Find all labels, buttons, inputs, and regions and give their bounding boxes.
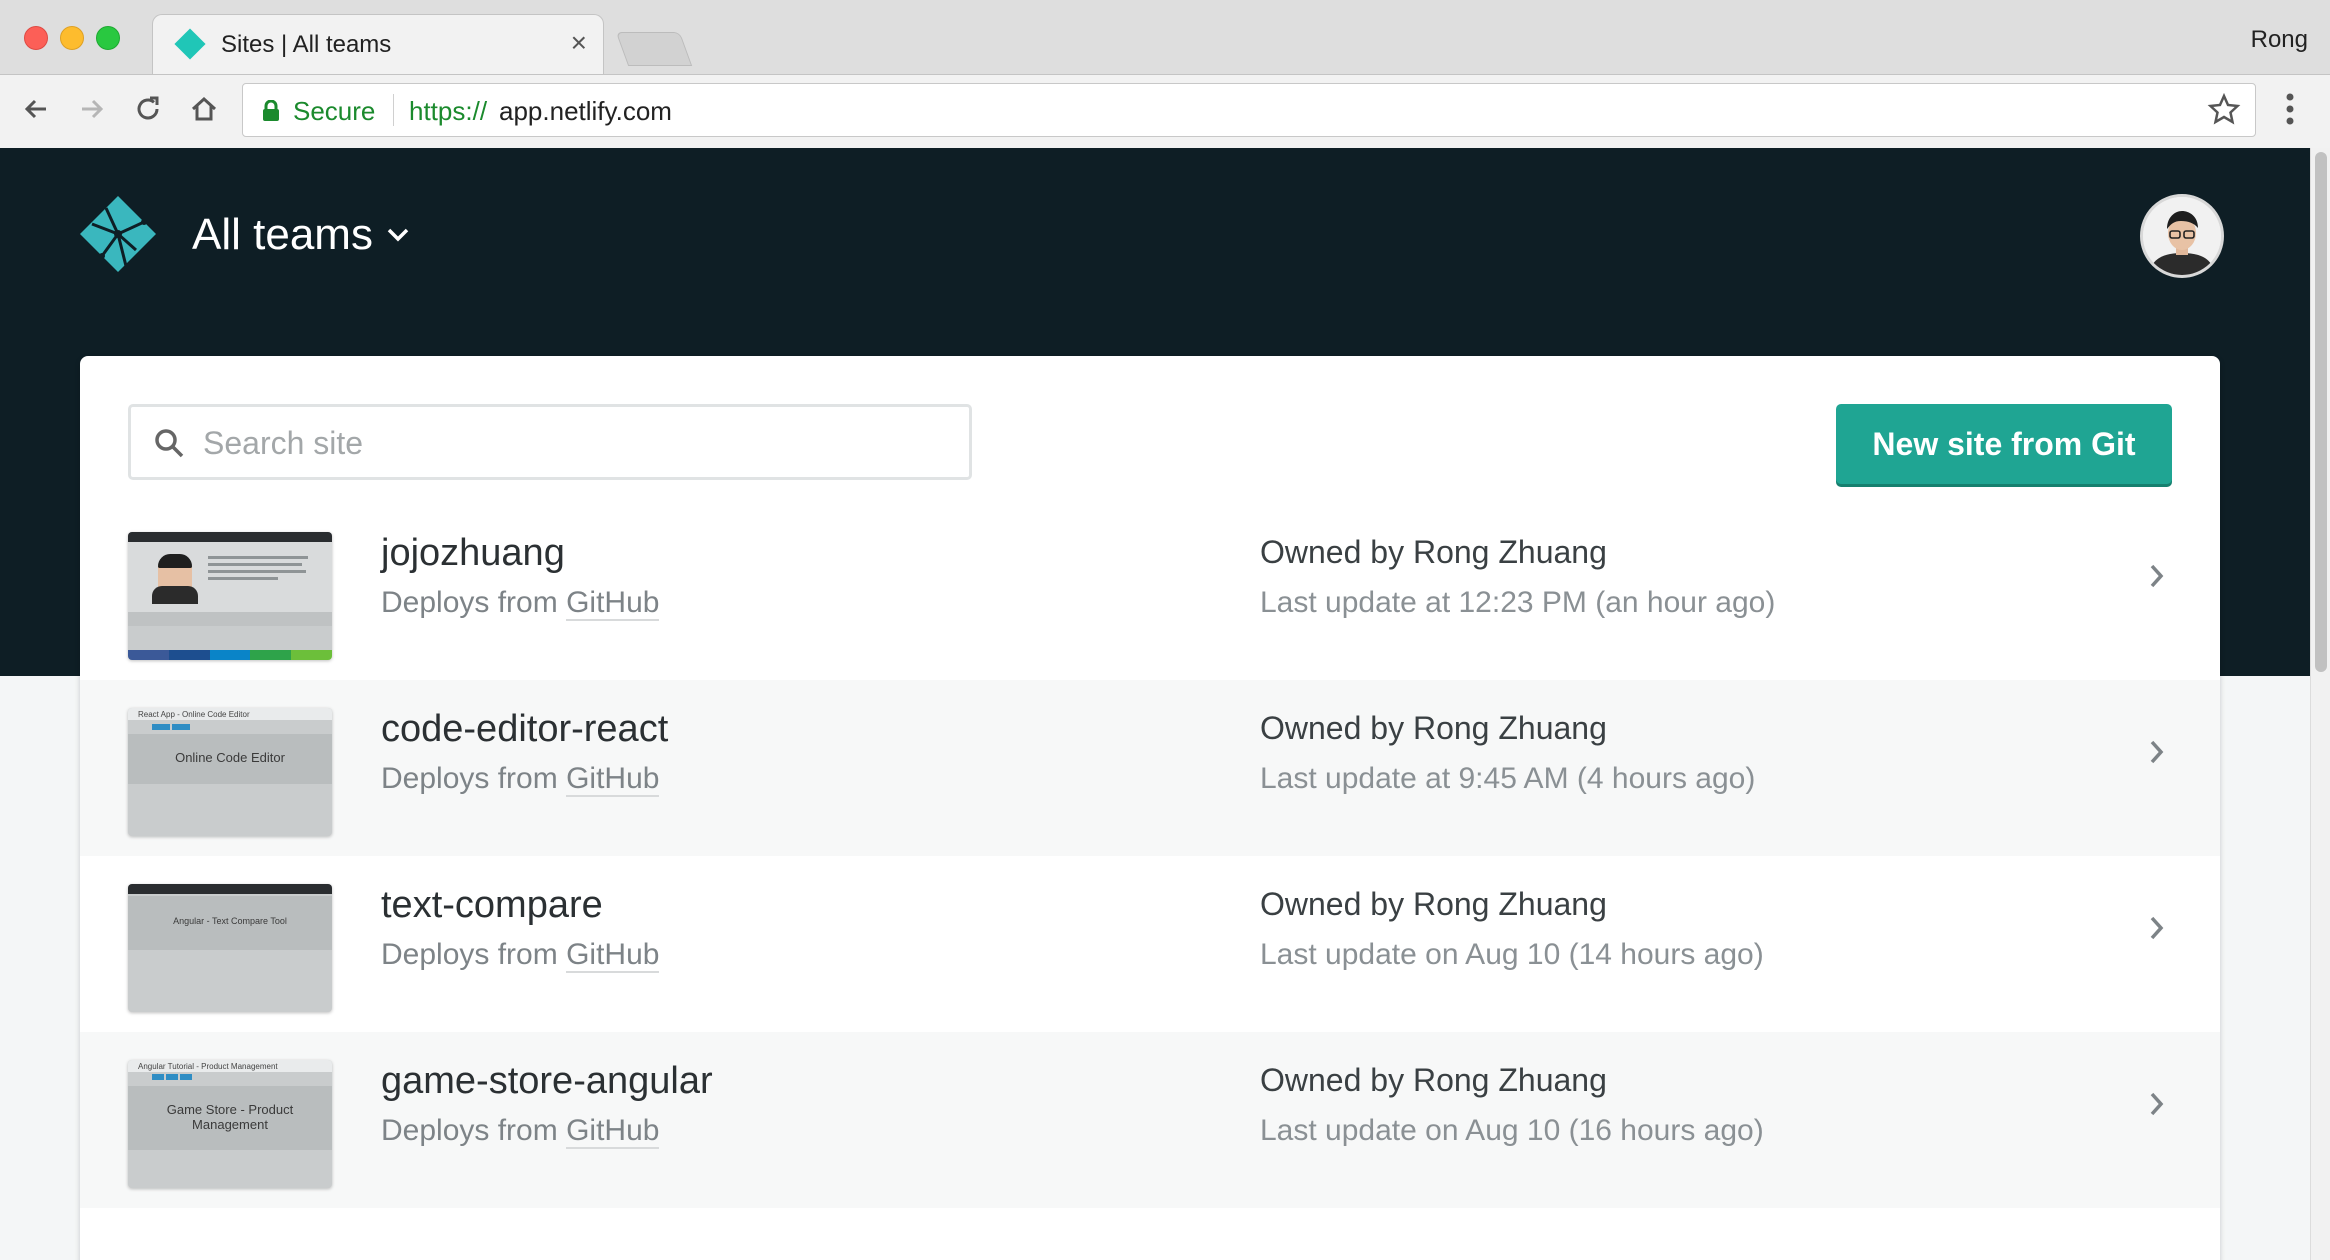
minimize-window-button[interactable]	[60, 26, 84, 50]
user-avatar[interactable]	[2140, 194, 2224, 278]
site-deploy-source: Deploys from GitHub	[381, 762, 660, 797]
github-link[interactable]: GitHub	[566, 586, 660, 621]
secure-label: Secure	[293, 96, 376, 126]
site-name[interactable]: jojozhuang	[381, 532, 565, 575]
reload-icon[interactable]	[126, 87, 170, 131]
site-last-update: Last update at 9:45 AM (4 hours ago)	[1260, 762, 1756, 795]
chevron-down-icon	[387, 228, 409, 242]
tab-close-icon[interactable]: ×	[571, 27, 587, 59]
site-thumbnail: React App - Online Code Editor Online Co…	[128, 708, 332, 836]
url-scheme: https://	[409, 96, 488, 126]
close-window-button[interactable]	[24, 26, 48, 50]
site-name[interactable]: text-compare	[381, 884, 603, 927]
site-row[interactable]: Angular - Text Compare Tool text-compare…	[80, 856, 2220, 1032]
team-switcher[interactable]: All teams	[192, 210, 409, 260]
new-site-from-git-button[interactable]: New site from Git	[1836, 404, 2172, 484]
forward-icon[interactable]	[70, 87, 114, 131]
github-link[interactable]: GitHub	[566, 1114, 660, 1149]
new-tab-button[interactable]	[615, 32, 693, 66]
github-link[interactable]: GitHub	[566, 762, 660, 797]
netlify-logo-icon[interactable]	[78, 194, 158, 279]
site-name[interactable]: code-editor-react	[381, 708, 668, 751]
site-deploy-source: Deploys from GitHub	[381, 938, 660, 973]
chevron-right-icon[interactable]	[2150, 916, 2164, 940]
scrollbar-thumb[interactable]	[2315, 152, 2327, 672]
github-link[interactable]: GitHub	[566, 938, 660, 973]
chevron-right-icon[interactable]	[2150, 740, 2164, 764]
page-viewport: All teams New site from Git	[0, 148, 2330, 1260]
site-last-update: Last update at 12:23 PM (an hour ago)	[1260, 586, 1776, 619]
team-label: All teams	[192, 210, 373, 259]
browser-tab-active[interactable]: Sites | All teams ×	[152, 14, 604, 75]
site-owner: Owned by Rong Zhuang	[1260, 886, 1607, 922]
address-bar[interactable]: Secure https:// app.netlify.com	[242, 83, 2256, 137]
user-photo-icon	[2143, 197, 2221, 275]
tab-title: Sites | All teams	[221, 31, 392, 58]
sites-panel: New site from Git jojozhuang	[80, 356, 2220, 1260]
site-name[interactable]: game-store-angular	[381, 1060, 713, 1103]
search-box[interactable]	[128, 404, 972, 480]
page-scrollbar[interactable]	[2310, 148, 2330, 1260]
browser-tab-strip: Sites | All teams × Rong	[0, 0, 2330, 75]
url-separator	[393, 94, 394, 126]
site-row[interactable]: jojozhuang Deploys from GitHub Owned by …	[80, 504, 2220, 680]
site-thumbnail	[128, 532, 332, 660]
site-owner: Owned by Rong Zhuang	[1260, 710, 1607, 746]
chevron-right-icon[interactable]	[2150, 1092, 2164, 1116]
url-host: app.netlify.com	[499, 96, 672, 126]
search-input[interactable]	[201, 419, 945, 467]
site-owner: Owned by Rong Zhuang	[1260, 534, 1607, 570]
site-thumbnail: Angular - Text Compare Tool	[128, 884, 332, 1012]
back-icon[interactable]	[14, 87, 58, 131]
chevron-right-icon[interactable]	[2150, 564, 2164, 588]
browser-menu-icon[interactable]	[2280, 89, 2300, 129]
netlify-favicon-icon	[174, 28, 206, 60]
site-last-update: Last update on Aug 10 (16 hours ago)	[1260, 1114, 1764, 1147]
lock-icon	[263, 100, 279, 121]
browser-profile-name[interactable]: Rong	[2251, 26, 2308, 54]
bookmark-star-icon[interactable]	[2207, 92, 2241, 126]
site-thumbnail: Angular Tutorial - Product Management Ga…	[128, 1060, 332, 1188]
zoom-window-button[interactable]	[96, 26, 120, 50]
site-deploy-source: Deploys from GitHub	[381, 1114, 660, 1149]
site-deploy-source: Deploys from GitHub	[381, 586, 660, 621]
home-icon[interactable]	[182, 87, 226, 131]
site-owner: Owned by Rong Zhuang	[1260, 1062, 1607, 1098]
browser-toolbar: Secure https:// app.netlify.com	[0, 74, 2330, 150]
site-row[interactable]: React App - Online Code Editor Online Co…	[80, 680, 2220, 856]
site-row[interactable]: Angular Tutorial - Product Management Ga…	[80, 1032, 2220, 1208]
site-last-update: Last update on Aug 10 (14 hours ago)	[1260, 938, 1764, 971]
search-icon	[155, 429, 184, 458]
